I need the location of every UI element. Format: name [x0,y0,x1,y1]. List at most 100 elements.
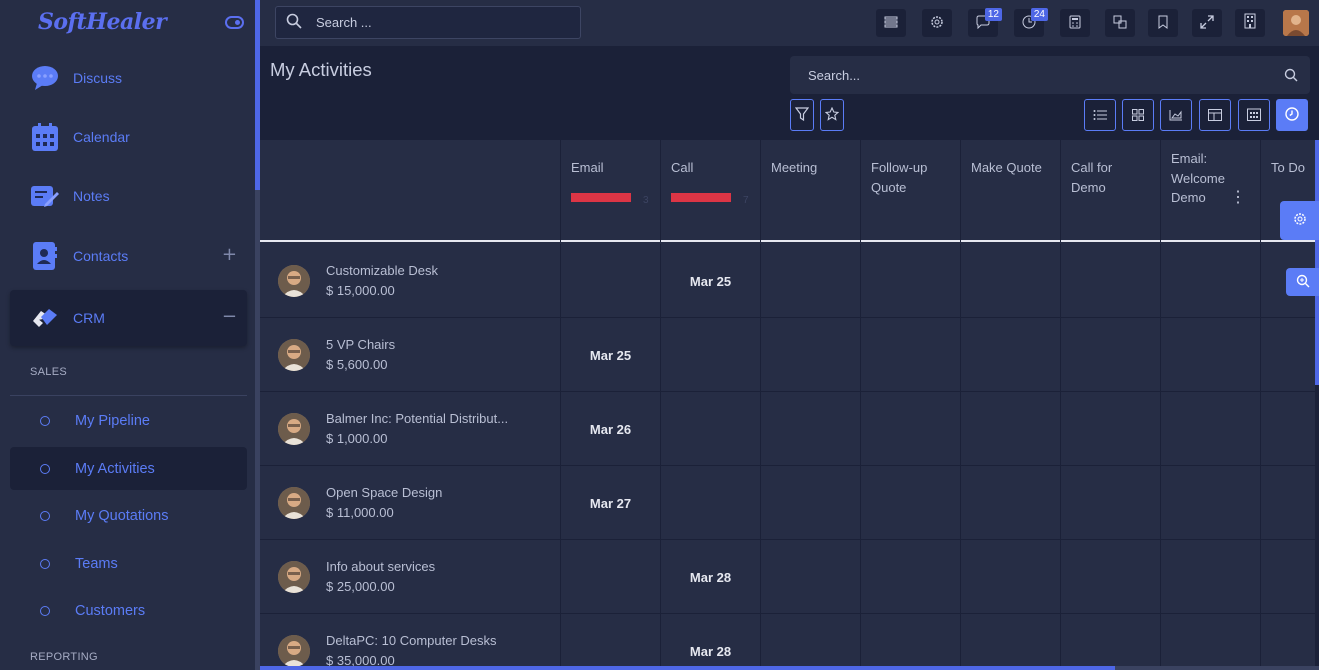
user-avatar[interactable] [1283,10,1309,36]
floating-zoom-button[interactable] [1286,268,1319,296]
activity-cell[interactable] [960,318,1060,392]
brand-logo[interactable]: SoftHealer [38,9,167,35]
activity-cell[interactable] [760,392,860,466]
activity-cell[interactable] [760,540,860,614]
floating-settings-button[interactable] [1280,201,1319,240]
record-cell[interactable]: Customizable Desk $ 15,000.00 [260,244,560,318]
record-cell[interactable]: Info about services $ 25,000.00 [260,540,560,614]
collapse-crm-button[interactable]: − [222,308,237,326]
sidebar-app-discuss[interactable]: Discuss [10,50,247,106]
calendar-view-button[interactable] [1238,99,1270,131]
progress-bar[interactable] [671,193,731,202]
list-view-button[interactable] [1084,99,1116,131]
column-header-make-quote[interactable]: Make Quote [960,140,1060,242]
activity-cell[interactable] [1260,392,1315,466]
activity-cell[interactable] [1160,392,1260,466]
activity-cell[interactable] [960,614,1060,670]
activity-cell[interactable] [1060,540,1160,614]
filter-button[interactable] [790,99,814,131]
sidebar-toggle-icon[interactable] [225,16,244,29]
calculator-button[interactable] [1060,9,1090,37]
activity-view-button[interactable] [1276,99,1308,131]
column-header-follow-up-quote[interactable]: Follow-up Quote [860,140,960,242]
activity-cell[interactable]: Mar 26 [560,392,660,466]
activity-cell[interactable]: Mar 27 [560,466,660,540]
activity-cell[interactable]: Mar 28 [660,614,760,670]
sidebar-item-teams[interactable]: Teams [10,542,247,585]
grid-horizontal-scrollbar[interactable] [260,666,1115,670]
activity-cell[interactable] [860,244,960,318]
activity-cell[interactable] [560,540,660,614]
company-switch-button[interactable] [1235,9,1265,37]
sidebar-item-customers[interactable]: Customers [10,589,247,632]
global-search-input[interactable]: Search ... [275,6,581,39]
sidebar-app-contacts[interactable]: Contacts + [10,228,247,284]
pivot-view-button[interactable] [1199,99,1231,131]
activity-cell[interactable] [860,466,960,540]
kanban-view-button[interactable] [1122,99,1154,131]
activity-cell[interactable] [960,244,1060,318]
column-header-call-for-demo[interactable]: Call for Demo [1060,140,1160,242]
bookmark-button[interactable] [1148,9,1178,37]
activity-cell[interactable] [860,540,960,614]
column-header-email[interactable]: Email 3 [560,140,660,242]
activities-button[interactable]: 24 [1014,8,1048,37]
activity-cell[interactable]: Mar 25 [560,318,660,392]
graph-view-button[interactable] [1160,99,1192,131]
activity-cell[interactable] [1160,540,1260,614]
column-header-call[interactable]: Call 7 [660,140,760,242]
activity-cell[interactable] [760,318,860,392]
activity-cell[interactable] [1260,540,1315,614]
messages-button[interactable]: 12 [968,8,1002,37]
activity-cell[interactable] [860,318,960,392]
activity-cell[interactable] [860,392,960,466]
activity-cell[interactable] [660,466,760,540]
sidebar-app-notes[interactable]: Notes [10,168,247,224]
sidebar-app-calendar[interactable]: Calendar [10,109,247,165]
activity-cell[interactable] [760,244,860,318]
activity-cell[interactable] [1260,614,1315,670]
activity-cell[interactable] [760,614,860,670]
activity-cell[interactable] [660,318,760,392]
sidebar-item-my-pipeline[interactable]: My Pipeline [10,399,247,442]
activity-cell[interactable] [1160,614,1260,670]
activity-cell[interactable] [1260,466,1315,540]
progress-bar[interactable] [571,193,631,202]
fullscreen-button[interactable] [1192,9,1222,37]
activity-cell[interactable] [960,392,1060,466]
activity-cell[interactable] [1060,244,1160,318]
activity-cell[interactable] [1260,318,1315,392]
activity-cell[interactable] [1160,466,1260,540]
column-header-email-welcome-demo[interactable]: Email: Welcome Demo ⋮ [1160,140,1260,242]
activity-cell[interactable] [1060,466,1160,540]
activity-cell[interactable]: Mar 28 [660,540,760,614]
activity-cell[interactable] [660,392,760,466]
record-cell[interactable]: DeltaPC: 10 Computer Desks $ 35,000.00 [260,614,560,670]
layout-settings-button[interactable] [876,9,906,37]
sidebar-item-my-activities[interactable]: My Activities [10,447,247,490]
activity-cell[interactable] [1160,244,1260,318]
activity-cell[interactable]: Mar 25 [660,244,760,318]
language-button[interactable] [1105,9,1135,37]
activity-cell[interactable] [960,466,1060,540]
activity-cell[interactable] [1060,614,1160,670]
grid-vertical-scrollbar[interactable] [1315,140,1319,385]
sidebar-app-crm[interactable]: CRM − [10,290,247,346]
activity-cell[interactable] [560,614,660,670]
sidebar-item-my-quotations[interactable]: My Quotations [10,494,247,537]
record-cell[interactable]: Balmer Inc: Potential Distribut... $ 1,00… [260,392,560,466]
activity-cell[interactable] [760,466,860,540]
activity-cell[interactable] [960,540,1060,614]
activity-cell[interactable] [560,244,660,318]
record-cell[interactable]: 5 VP Chairs $ 5,600.00 [260,318,560,392]
add-contact-button[interactable]: + [222,246,237,264]
activity-cell[interactable] [860,614,960,670]
view-search-input[interactable]: Search... [790,56,1310,94]
settings-button[interactable] [922,9,952,37]
favorites-button[interactable] [820,99,844,131]
column-menu-icon[interactable]: ⋮ [1230,188,1246,208]
column-header-meeting[interactable]: Meeting [760,140,860,242]
activity-cell[interactable] [1060,318,1160,392]
activity-cell[interactable] [1160,318,1260,392]
activity-cell[interactable] [1060,392,1160,466]
